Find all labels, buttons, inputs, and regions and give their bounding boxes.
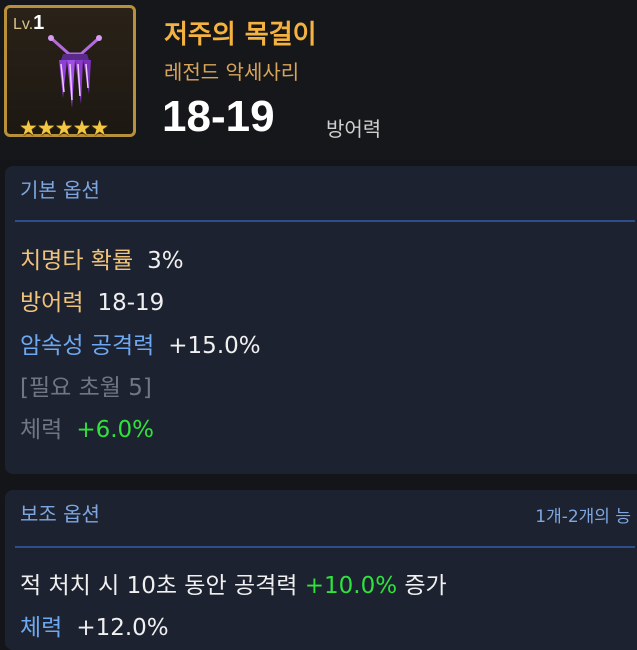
grade-stars: ★★★★★ xyxy=(19,116,109,140)
option-value: 3% xyxy=(147,248,184,274)
option-value: +6.0% xyxy=(76,417,155,443)
option-value: 18-19 xyxy=(97,290,165,316)
option-label: 치명타 확률 xyxy=(20,248,134,274)
basic-options-panel: 기본 옵션 치명타 확률 3% 방어력 18-19 암속성 공격력 +15.0% [필… xyxy=(5,166,637,474)
option-defense: 방어력 18-19 xyxy=(20,283,164,317)
divider xyxy=(15,546,635,548)
basic-options-title: 기본 옵션 xyxy=(20,178,100,202)
sub-options-title: 보조 옵션 xyxy=(20,502,100,526)
option-suffix: 증가 xyxy=(404,573,447,599)
option-crit-rate: 치명타 확률 3% xyxy=(20,241,184,275)
option-label: 체력 xyxy=(20,417,63,443)
purple-crystal-necklace-icon xyxy=(48,35,102,108)
option-label: 체력 xyxy=(20,615,63,641)
option-stamina: 체력 +6.0% xyxy=(20,410,154,444)
item-icon-frame: Lv.1 ★★★★★ xyxy=(4,5,136,140)
option-label: 방어력 xyxy=(20,290,84,316)
defense-label: 방어력 xyxy=(326,117,382,141)
option-value: +12.0% xyxy=(76,615,169,641)
sub-options-panel: 보조 옵션 1개-2개의 능 적 처치 시 10초 동안 공격력 +10.0% … xyxy=(5,490,637,650)
sub-options-count-note: 1개-2개의 능 xyxy=(535,507,631,527)
item-header: Lv.1 ★★★★★ 저주의 목걸이 레전드 악세사리 18-19 방어력 xyxy=(0,0,637,160)
option-label: 적 처치 시 10초 동안 공격력 xyxy=(20,573,298,599)
item-level: Lv.1 xyxy=(13,12,45,34)
divider xyxy=(15,220,635,222)
option-value: +15.0% xyxy=(168,333,261,359)
defense-value: 18-19 xyxy=(162,92,275,141)
item-grade: 레전드 악세사리 xyxy=(164,60,300,84)
option-requirement: [필요 초월 5] xyxy=(20,375,152,401)
option-label: 암속성 공격력 xyxy=(20,333,155,359)
option-value: +10.0% xyxy=(304,573,398,599)
item-name: 저주의 목걸이 xyxy=(164,20,317,50)
option-kill-bonus: 적 처치 시 10초 동안 공격력 +10.0% 증가 xyxy=(20,566,447,600)
option-dark-attack: 암속성 공격력 +15.0% xyxy=(20,326,261,360)
